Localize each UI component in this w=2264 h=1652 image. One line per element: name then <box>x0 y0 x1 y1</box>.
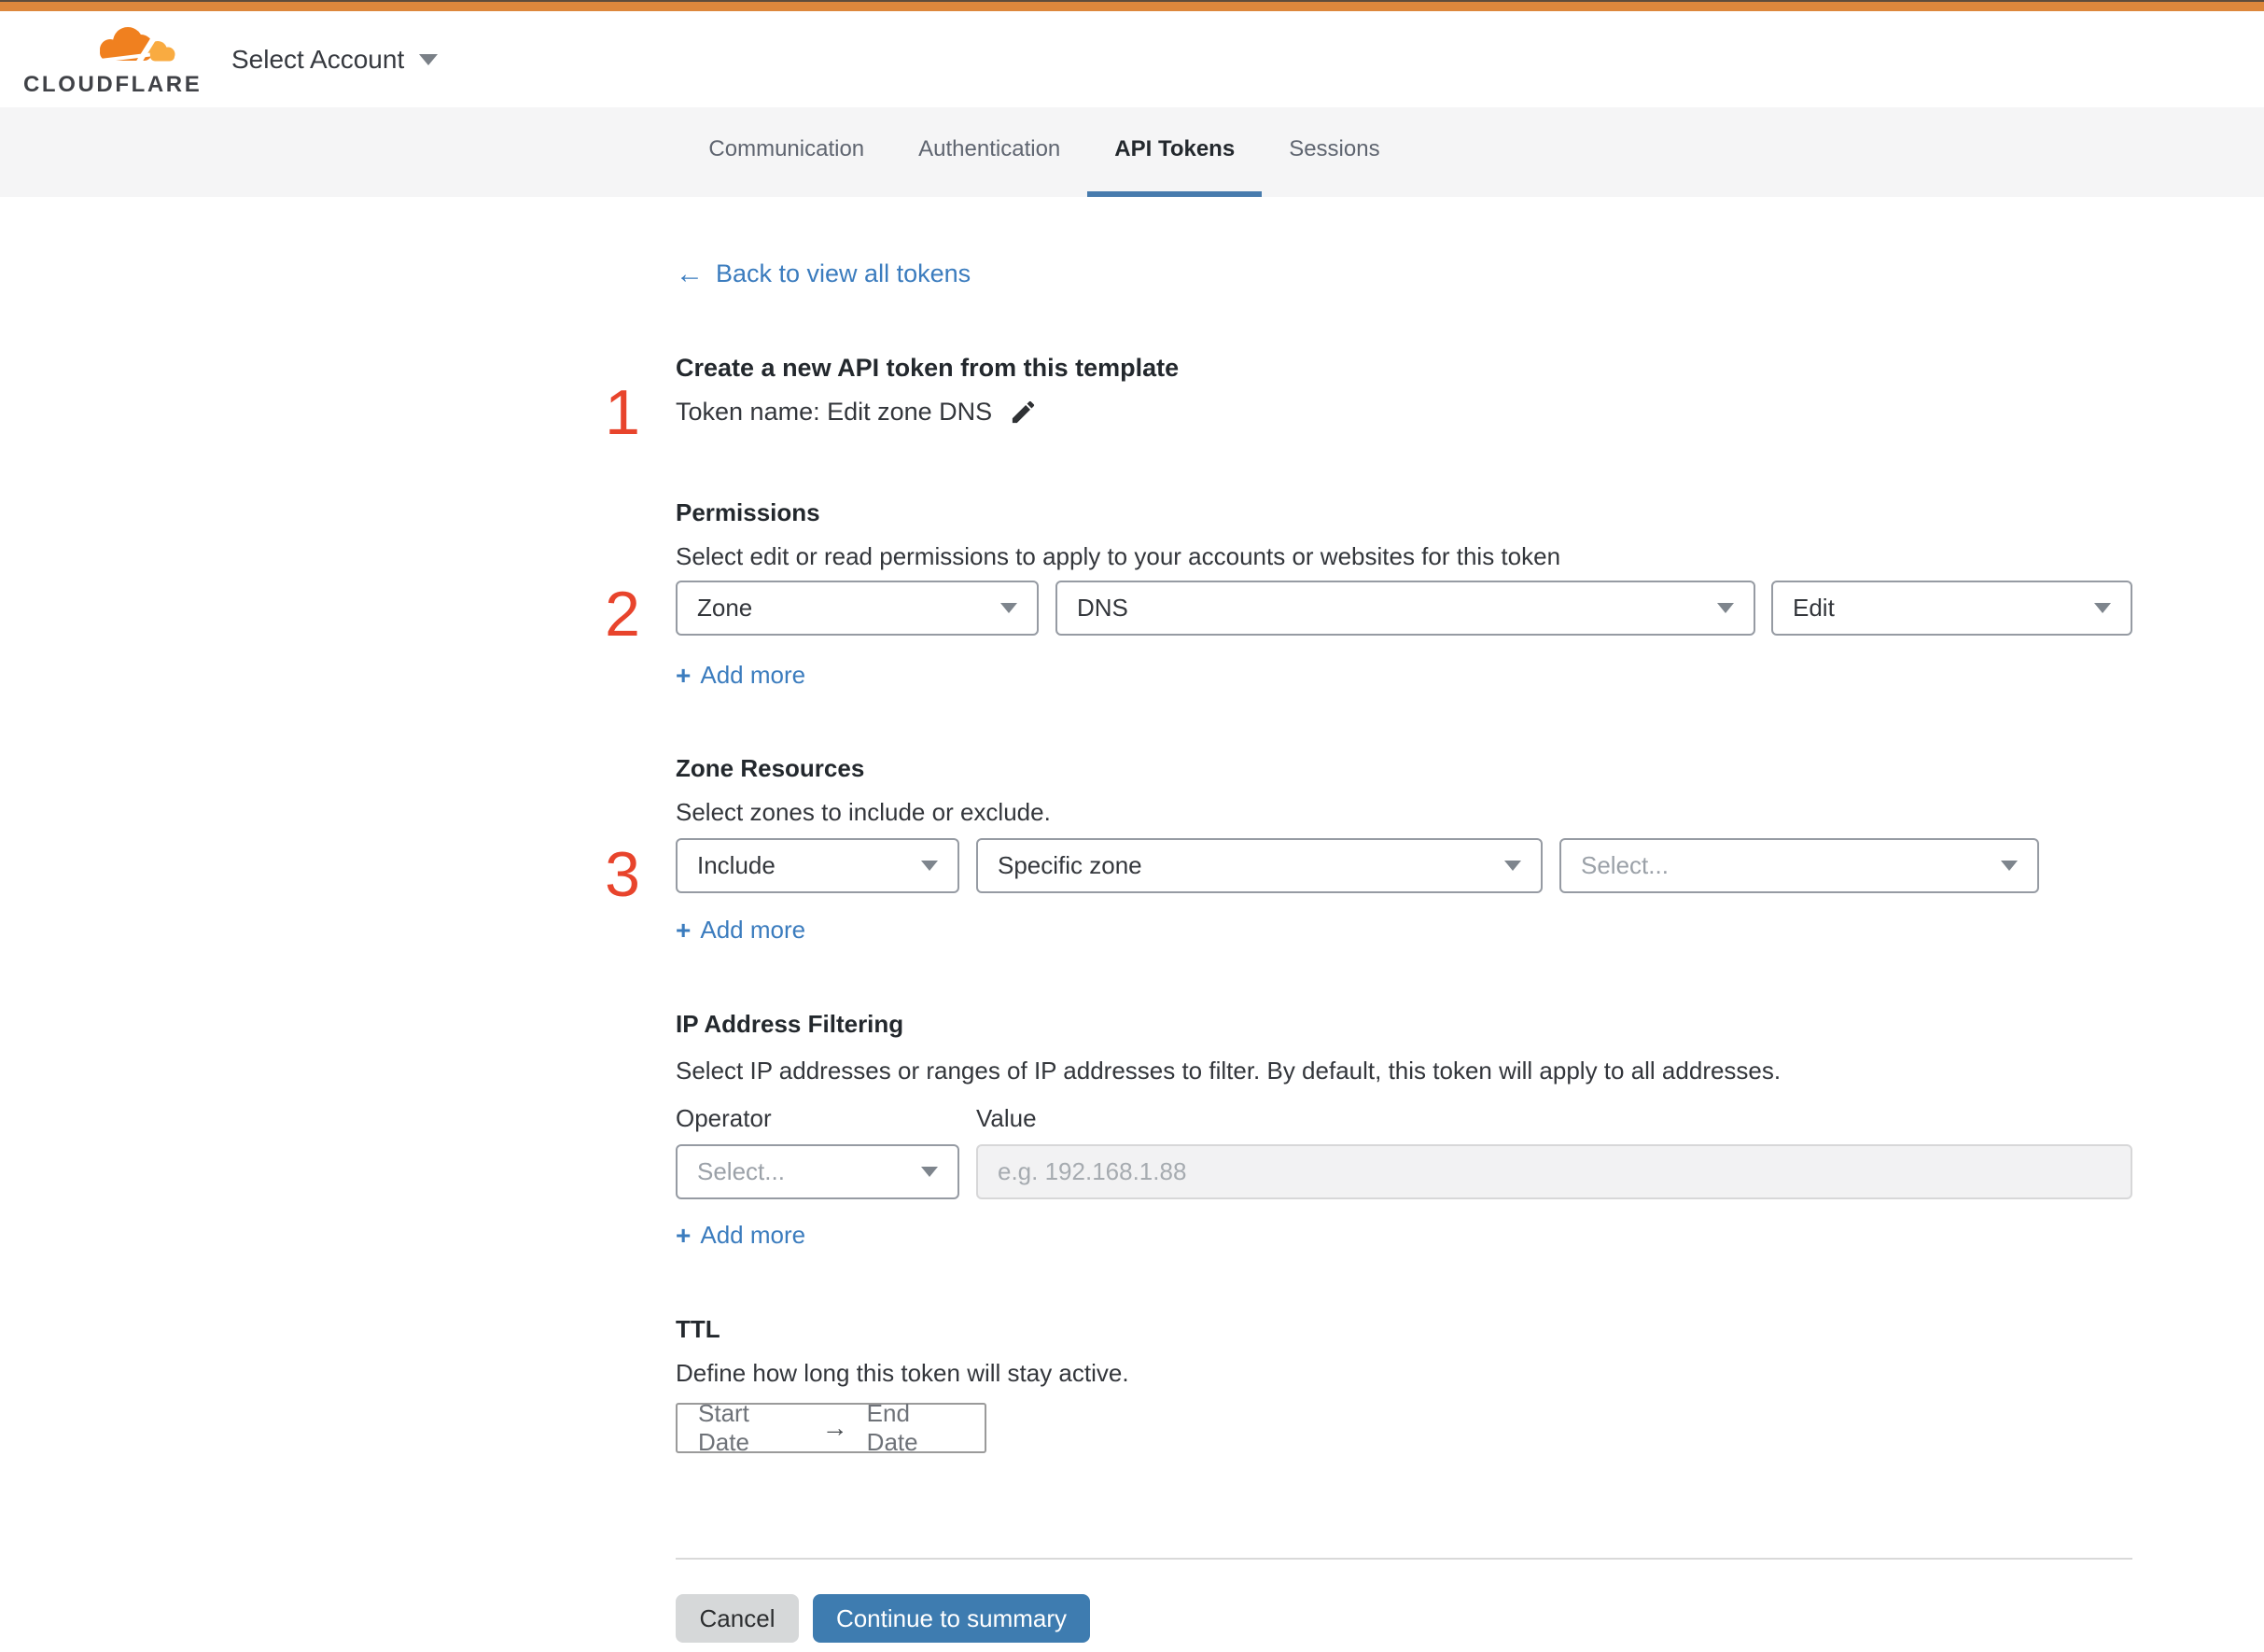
permissions-add-more-link[interactable]: + Add more <box>676 661 805 690</box>
permissions-description: Select edit or read permissions to apply… <box>676 542 1561 570</box>
top-accent-bar <box>0 0 2264 11</box>
tab-api-tokens[interactable]: API Tokens <box>1087 107 1263 197</box>
arrow-right-icon: → <box>821 1413 848 1442</box>
ip-filtering-section: IP Address Filtering Select IP addresses… <box>676 1011 2132 1249</box>
step-number-2: 2 <box>605 579 640 650</box>
continue-to-summary-button[interactable]: Continue to summary <box>813 1594 1090 1643</box>
start-date-field: Start Date <box>698 1399 749 1456</box>
operator-label: Operator <box>676 1104 772 1132</box>
ttl-description: Define how long this token will stay act… <box>676 1359 1129 1387</box>
account-selector-label: Select Account <box>231 44 405 74</box>
plus-icon: + <box>676 1221 692 1250</box>
token-name-section: 1 Create a new API token from this templ… <box>605 353 2132 445</box>
permission-resource-select[interactable]: DNS <box>1055 581 1755 636</box>
chevron-down-icon <box>921 861 938 871</box>
create-token-heading: Create a new API token from this templat… <box>676 354 1180 382</box>
ip-value-input <box>976 1144 2132 1199</box>
chevron-down-icon <box>2001 861 2018 871</box>
cloudflare-logo[interactable]: CLOUDFLARE <box>23 22 203 97</box>
account-selector[interactable]: Select Account <box>231 44 439 75</box>
zone-resources-heading: Zone Resources <box>676 754 865 782</box>
permissions-heading: Permissions <box>676 498 820 526</box>
cloudflare-wordmark: CLOUDFLARE <box>23 72 203 97</box>
back-link-label: Back to view all tokens <box>716 259 971 287</box>
ttl-date-range-picker[interactable]: Start Date → End Date <box>676 1399 986 1456</box>
tab-authentication[interactable]: Authentication <box>891 107 1087 197</box>
value-label: Value <box>976 1104 1037 1132</box>
plus-icon: + <box>676 916 692 945</box>
chevron-down-icon <box>921 1167 938 1177</box>
main-content: ← Back to view all tokens 1 Create a new… <box>605 197 2132 1652</box>
chevron-down-icon <box>2094 603 2111 613</box>
chevron-down-icon <box>1717 603 1734 613</box>
permission-scope-select[interactable]: Zone <box>676 581 1039 636</box>
end-date-field: End Date <box>866 1399 918 1456</box>
ttl-section: TTL Define how long this token will stay… <box>676 1315 2132 1456</box>
chevron-down-icon <box>1504 861 1521 871</box>
ip-filtering-add-more-link[interactable]: + Add more <box>676 1221 805 1250</box>
permissions-section: 2 Permissions Select edit or read permis… <box>605 498 2132 690</box>
app-header: CLOUDFLARE Select Account <box>0 11 2264 107</box>
tab-sessions[interactable]: Sessions <box>1262 107 1406 197</box>
token-name-text: Token name: Edit zone DNS <box>676 398 993 426</box>
chevron-down-icon <box>1000 603 1017 613</box>
step-number-1: 1 <box>605 377 640 448</box>
ttl-heading: TTL <box>676 1315 720 1343</box>
permission-access-select[interactable]: Edit <box>1771 581 2132 636</box>
step-number-3: 3 <box>605 839 640 910</box>
cloudflare-cloud-icon <box>96 27 175 67</box>
tab-communication[interactable]: Communication <box>681 107 891 197</box>
ip-filtering-description: Select IP addresses or ranges of IP addr… <box>676 1057 1782 1085</box>
edit-pencil-icon[interactable] <box>1009 398 1038 427</box>
zone-resources-add-more-link[interactable]: + Add more <box>676 916 805 945</box>
zone-resources-description: Select zones to include or exclude. <box>676 798 1051 826</box>
tab-bar: Communication Authentication API Tokens … <box>0 107 2264 197</box>
tab-group: Communication Authentication API Tokens … <box>681 107 1406 197</box>
back-to-tokens-link[interactable]: ← Back to view all tokens <box>676 259 971 288</box>
cancel-button[interactable]: Cancel <box>676 1594 799 1643</box>
zone-mode-select[interactable]: Include <box>676 838 959 893</box>
zone-type-select[interactable]: Specific zone <box>976 838 1543 893</box>
chevron-down-icon <box>419 53 439 65</box>
footer-actions: Cancel Continue to summary <box>676 1594 2132 1652</box>
footer-divider <box>676 1558 2132 1560</box>
ip-filtering-heading: IP Address Filtering <box>676 1010 904 1038</box>
zone-picker-select[interactable]: Select... <box>1559 838 2039 893</box>
plus-icon: + <box>676 661 692 690</box>
zone-resources-section: 3 Zone Resources Select zones to include… <box>605 754 2132 945</box>
back-arrow-icon: ← <box>676 259 704 289</box>
ip-operator-select[interactable]: Select... <box>676 1144 959 1199</box>
